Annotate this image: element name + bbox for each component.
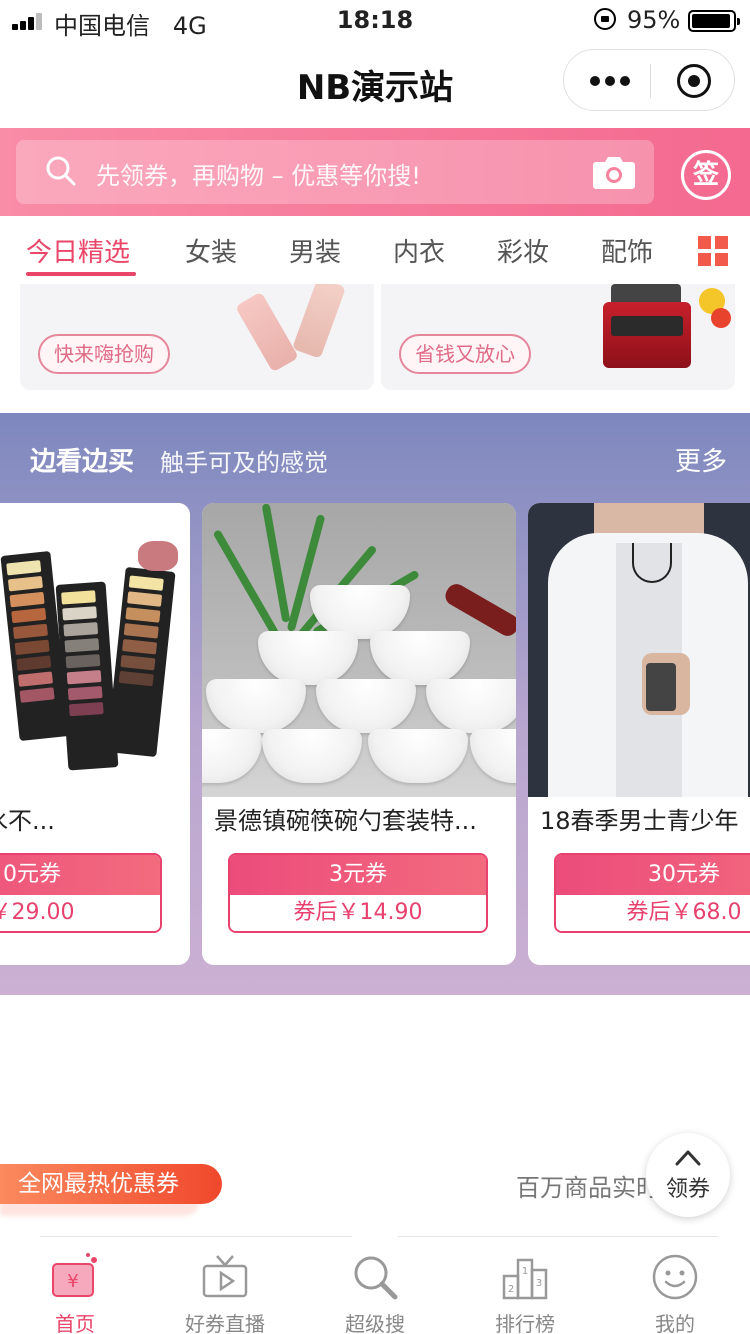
search-icon xyxy=(46,156,76,186)
tabbar-live-coupons[interactable]: 好券直播 xyxy=(150,1240,300,1334)
get-coupon-float-button[interactable]: 领券 xyxy=(646,1133,730,1217)
product-name: 景德镇碗筷碗勺套装特... xyxy=(214,807,477,835)
coupon-price: ￥29.00 xyxy=(0,895,160,931)
hot-coupons-banner: 全网最热优惠券 xyxy=(0,1164,222,1204)
chevron-up-icon xyxy=(675,1150,701,1166)
magnifier-icon xyxy=(354,1256,398,1300)
browse-and-buy-section: 边看边买 触手可及的感觉 更多 不... 0元券 29.00 景德镇碗筷碗勺套装… xyxy=(0,413,750,995)
coupon-amount: 3元券 xyxy=(230,855,486,895)
rotation-lock-icon xyxy=(594,8,616,30)
tabbar-divider xyxy=(40,1236,352,1237)
smiley-face-icon xyxy=(652,1254,698,1300)
camera-icon[interactable] xyxy=(592,154,636,190)
svg-text:2: 2 xyxy=(508,1284,514,1295)
coupon-button[interactable]: 3元券 券后￥14.90 xyxy=(228,853,488,933)
status-bar: 中国电信 4G 18:18 95% xyxy=(0,0,750,40)
float-button-label: 领券 xyxy=(665,1177,710,1202)
product-card[interactable]: 景德镇碗筷碗勺套装特... 3元券 券后￥14.90 xyxy=(202,503,516,965)
section-subtitle: 触手可及的感觉 xyxy=(160,449,328,477)
tabbar-home[interactable]: ¥ 首页 xyxy=(0,1240,150,1334)
more-menu-icon[interactable] xyxy=(590,76,630,86)
search-input[interactable]: 先领券，再购物 – 优惠等你搜! xyxy=(16,140,654,204)
promo-label: 快来嗨抢购 xyxy=(38,334,170,374)
product-image xyxy=(202,503,516,797)
tabbar-super-search[interactable]: 超级搜 xyxy=(300,1240,450,1334)
blender-image xyxy=(611,316,683,336)
navigation-bar: NB演示站 xyxy=(0,40,750,128)
tabbar-label: 超级搜 xyxy=(345,1312,405,1334)
coupon-amount: 0元券 xyxy=(0,855,160,895)
promo-card-cosmetics[interactable]: 快来嗨抢购 xyxy=(20,284,374,390)
miniprogram-capsule xyxy=(563,49,735,111)
tabbar-divider xyxy=(398,1236,718,1237)
product-name: 18春季男士青少年 xyxy=(540,807,739,835)
tab-makeup[interactable]: 彩妆 xyxy=(497,232,549,269)
more-link[interactable]: 更多 xyxy=(675,441,727,478)
tabbar-label: 我的 xyxy=(655,1312,695,1334)
coupon-price: 券后￥14.90 xyxy=(230,895,486,931)
svg-text:1: 1 xyxy=(522,1266,528,1277)
fruit-image xyxy=(711,308,731,328)
bottom-tab-bar: ¥ 首页 好券直播 超级搜 2 1 3 排行榜 我的 xyxy=(0,1240,750,1334)
tabbar-rankings[interactable]: 2 1 3 排行榜 xyxy=(450,1240,600,1334)
active-tab-indicator xyxy=(26,272,136,276)
product-image xyxy=(0,503,190,797)
tv-play-icon xyxy=(202,1255,248,1298)
capsule-divider xyxy=(650,64,651,98)
product-card[interactable]: 眼影盘防水不... 0元券 ￥29.00 xyxy=(0,503,190,965)
search-placeholder: 先领券，再购物 – 优惠等你搜! xyxy=(96,162,421,190)
tabbar-profile[interactable]: 我的 xyxy=(600,1240,750,1334)
section-title: 边看边买 xyxy=(30,447,135,477)
coupon-amount: 30元券 xyxy=(556,855,750,895)
search-header: 先领券，再购物 – 优惠等你搜! xyxy=(0,128,750,216)
lipstick-image xyxy=(235,291,299,373)
all-categories-grid-icon[interactable] xyxy=(698,236,728,266)
tab-womens-clothing[interactable]: 女装 xyxy=(185,232,237,269)
coupon-button[interactable]: 30元券 券后￥68.0 xyxy=(554,853,750,933)
tabbar-label: 首页 xyxy=(55,1312,95,1334)
sign-in-button[interactable]: 签 xyxy=(681,150,731,200)
lipstick-image xyxy=(291,284,347,359)
podium-icon: 2 1 3 xyxy=(502,1258,548,1300)
coupon-button[interactable]: 0元券 ￥29.00 xyxy=(0,853,162,933)
tab-accessories[interactable]: 配饰 xyxy=(601,232,653,269)
product-card[interactable]: 18春季男士青少年 30元券 券后￥68.0 xyxy=(528,503,750,965)
svg-text:3: 3 xyxy=(536,1278,542,1289)
battery-percentage: 95% xyxy=(627,6,681,34)
product-image xyxy=(528,503,750,797)
tabbar-label: 排行榜 xyxy=(495,1312,555,1334)
product-name: 眼影盘防水不... xyxy=(0,807,55,835)
tab-today-picks[interactable]: 今日精选 xyxy=(26,232,130,269)
category-tabs: 今日精选 女装 男装 内衣 彩妆 配饰 xyxy=(0,216,750,284)
tab-mens-clothing[interactable]: 男装 xyxy=(289,232,341,269)
coupon-ticket-icon: ¥ xyxy=(52,1253,97,1297)
tabbar-label: 好券直播 xyxy=(185,1312,265,1334)
close-miniprogram-icon[interactable] xyxy=(677,64,711,98)
tab-underwear[interactable]: 内衣 xyxy=(393,232,445,269)
coupon-price: 券后￥68.0 xyxy=(556,895,750,931)
promo-label: 省钱又放心 xyxy=(399,334,531,374)
promo-card-appliance[interactable]: 省钱又放心 xyxy=(381,284,735,390)
svg-text:¥: ¥ xyxy=(67,1271,78,1292)
battery-icon xyxy=(688,10,740,32)
